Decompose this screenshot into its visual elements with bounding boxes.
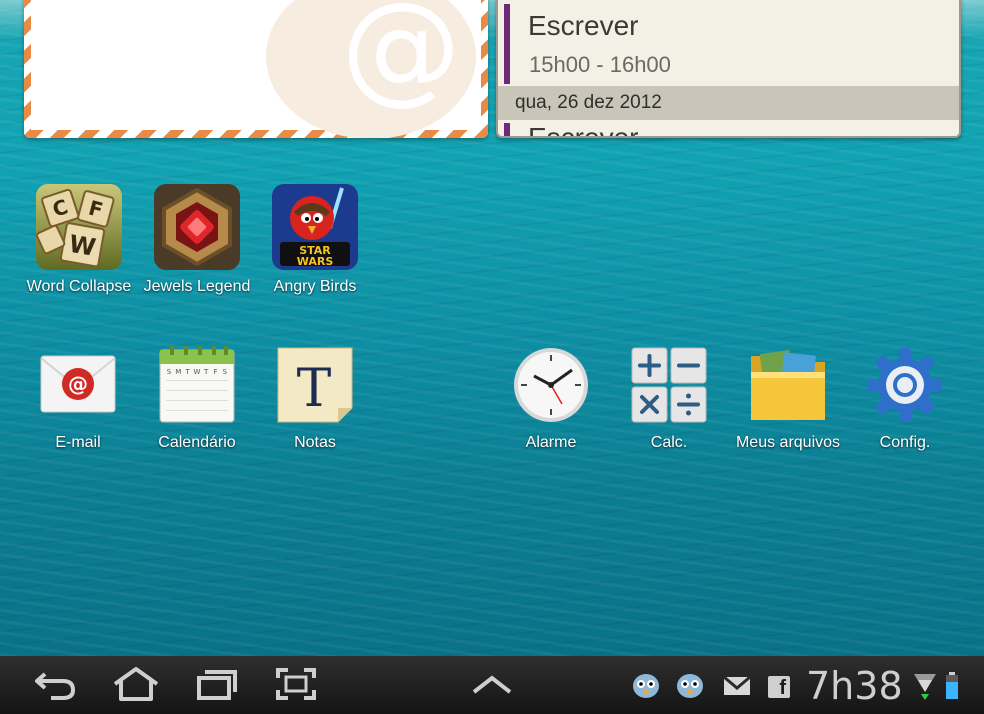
calculator-icon (630, 346, 708, 424)
word-collapse-icon: C F W (34, 182, 124, 272)
screenshot-icon[interactable] (274, 666, 318, 702)
calendar-icon-weekday: F (213, 368, 217, 376)
gmail-icon[interactable] (722, 670, 751, 700)
alarm-clock-icon (512, 346, 590, 424)
clock[interactable]: 7h38 (806, 664, 903, 708)
svg-text:@: @ (68, 372, 88, 396)
calendar-icon-weekday: T (203, 368, 209, 376)
app-alarm[interactable]: Alarme (492, 346, 610, 452)
app-label: Calc. (650, 434, 688, 451)
app-angry-birds[interactable]: STAR WARS Angry Birds (256, 182, 374, 296)
app-label: E-mail (55, 434, 101, 451)
notification-bird-icon[interactable] (630, 670, 659, 700)
recent-apps-icon[interactable] (195, 666, 239, 702)
app-jewels-legend[interactable]: Jewels Legend (138, 182, 256, 296)
app-notes[interactable]: T Notas (256, 346, 374, 452)
jewels-legend-icon (152, 182, 242, 272)
app-word-collapse[interactable]: C F W Word Collapse (20, 182, 138, 296)
calendar-icon-weekday: T (184, 368, 190, 376)
calendar-icon: SMTWTFS (158, 346, 236, 424)
back-icon[interactable] (33, 666, 77, 702)
app-label: Meus arquivos (735, 434, 841, 451)
home-icon[interactable] (111, 666, 159, 702)
calendar-icon-weekday: W (193, 368, 200, 376)
wifi-signal-icon (912, 670, 940, 700)
next-event-title[interactable]: Escrever (528, 122, 638, 136)
app-settings[interactable]: Config. (846, 346, 964, 452)
facebook-icon[interactable]: f (768, 676, 790, 699)
email-widget[interactable]: @ (24, 0, 488, 138)
event-date: qua, 26 dez 2012 (498, 86, 959, 120)
angry-birds-star-wars-icon: STAR WARS (270, 182, 360, 272)
app-label: Notas (294, 434, 336, 451)
facebook-letter: f (779, 677, 786, 699)
calendar-icon-weekday: S (223, 368, 228, 376)
app-label: Jewels Legend (143, 278, 251, 295)
folder-icon (749, 346, 827, 424)
app-calculator[interactable]: Calc. (610, 346, 728, 452)
settings-gear-icon (866, 346, 944, 424)
notification-bird-icon[interactable] (674, 670, 703, 700)
svg-text:WARS: WARS (297, 255, 334, 268)
app-email[interactable]: @ E-mail (19, 346, 137, 452)
notes-icon: T (276, 346, 354, 424)
event-title[interactable]: Escrever (528, 10, 638, 42)
app-label: Word Collapse (26, 278, 132, 295)
app-my-files[interactable]: Meus arquivos (729, 346, 847, 452)
app-label: Calendário (158, 434, 236, 451)
chevron-up-icon[interactable] (470, 670, 514, 706)
app-label: Angry Birds (273, 278, 357, 295)
email-widget-body: @ (31, 0, 481, 138)
next-event-color-bar (504, 123, 510, 136)
event-color-bar (504, 4, 510, 84)
app-label: Alarme (525, 434, 577, 451)
email-icon: @ (39, 346, 117, 424)
event-time: 15h00 - 16h00 (529, 52, 671, 77)
calendar-icon-weekday: M (175, 368, 181, 376)
app-label: Config. (879, 434, 931, 451)
app-calendar[interactable]: SMTWTFS Calendário (138, 346, 256, 452)
at-symbol-icon: @ (341, 0, 461, 117)
battery-icon (944, 670, 972, 700)
notes-letter: T (297, 359, 332, 419)
calendar-icon-weekday: S (167, 368, 172, 376)
calendar-widget[interactable]: Escrever 15h00 - 16h00 qua, 26 dez 2012 … (496, 0, 961, 138)
svg-text:W: W (67, 230, 98, 262)
